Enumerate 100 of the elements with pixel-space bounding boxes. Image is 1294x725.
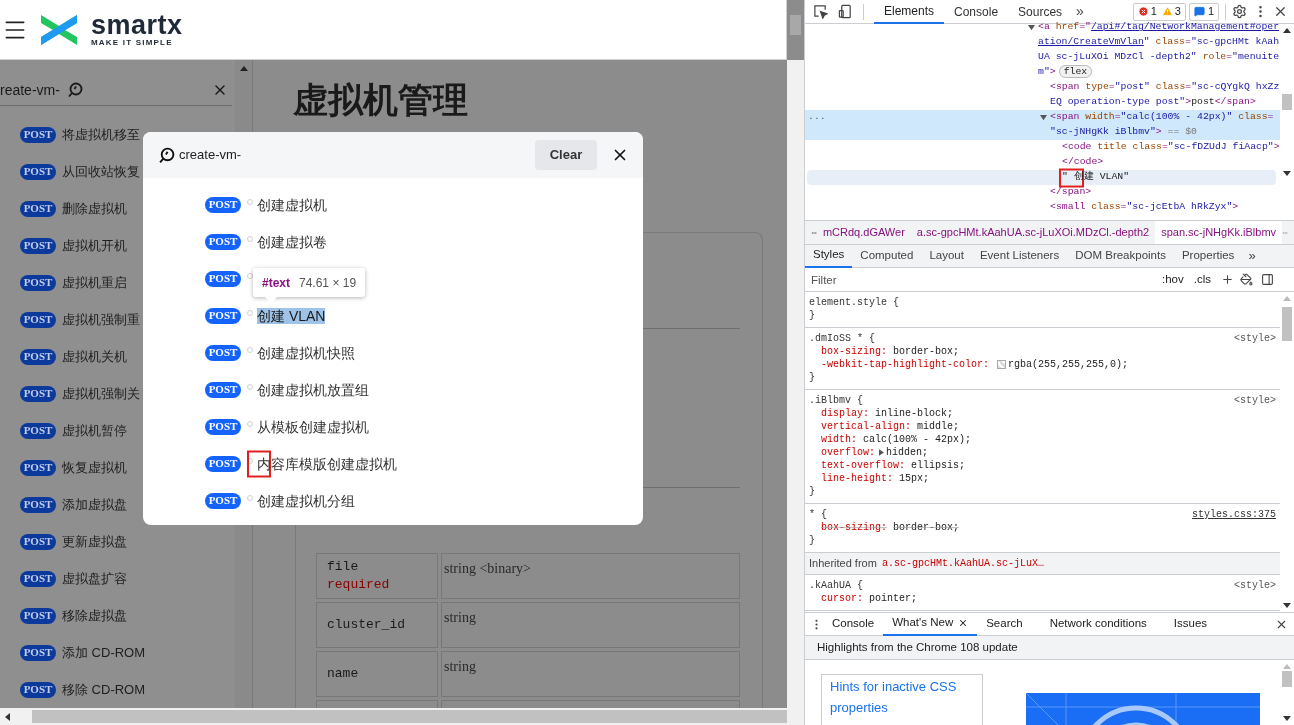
search-result[interactable]: POST 创建虚拟机 xyxy=(205,186,327,223)
scrollbar-thumb[interactable] xyxy=(790,15,801,35)
close-icon[interactable] xyxy=(958,618,969,628)
method-badge: POST xyxy=(205,344,241,361)
issues-counter[interactable]: 1 3 xyxy=(1132,2,1186,21)
scrollbar[interactable] xyxy=(0,708,804,725)
expand-arrow-icon[interactable] xyxy=(1028,24,1035,31)
search-field[interactable]: create-vm- xyxy=(179,145,242,165)
left-arrow-icon[interactable] xyxy=(5,712,10,721)
sidebar-item[interactable]: POST 添加 CD-ROM xyxy=(0,634,235,671)
css-source[interactable]: <style> xyxy=(1234,332,1276,345)
device-icon[interactable] xyxy=(838,4,853,19)
search-result[interactable]: POST 从模板创建虚拟机 xyxy=(205,408,369,445)
expand-arrow-icon[interactable] xyxy=(879,449,884,456)
down-arrow-icon[interactable] xyxy=(1283,716,1291,721)
hov-button[interactable]: :hov xyxy=(1162,270,1184,289)
sidebar-toggle-icon[interactable] xyxy=(1261,273,1274,286)
close-icon[interactable] xyxy=(1273,4,1288,19)
styles-tab[interactable]: Styles xyxy=(805,244,853,268)
color-swatch[interactable] xyxy=(997,360,1007,369)
devtools-tab[interactable]: Elements xyxy=(874,0,945,24)
dom-line[interactable]: <span width="calc(100% - 42px)" class= xyxy=(1050,110,1274,125)
layout-badge[interactable]: flex xyxy=(1058,65,1093,79)
dom-line[interactable]: <small class="sc-jcEtbA hRkZyx"> xyxy=(1050,200,1239,215)
search-icon xyxy=(158,146,175,164)
gutter-ellipsis[interactable]: ... xyxy=(808,110,826,125)
css-declaration[interactable]: text-overflow: ellipsis; xyxy=(821,459,966,472)
css-source[interactable]: styles.css:375 xyxy=(1192,508,1276,521)
paint-icon[interactable] xyxy=(1240,273,1253,286)
drawer-tab[interactable]: Issues xyxy=(1164,612,1217,636)
more-tabs[interactable]: » xyxy=(1076,1,1084,22)
search-result[interactable]: POST 创建虚拟机快照 xyxy=(205,334,355,371)
css-declaration[interactable]: box-sizing: border-box; xyxy=(821,345,960,358)
down-arrow-icon[interactable] xyxy=(1283,171,1291,176)
expand-arrow-icon[interactable] xyxy=(1040,114,1047,121)
devtools-tab[interactable]: Console xyxy=(944,0,1009,24)
feature-card[interactable]: Hints for inactive CSS properties xyxy=(821,674,983,725)
dom-line[interactable]: <span type="post" class="sc-cQYgkQ hxZz xyxy=(1050,80,1280,95)
scrollbar-thumb[interactable] xyxy=(1282,94,1292,110)
sidebar-item[interactable]: POST 虚拟盘扩容 xyxy=(0,560,235,597)
dom-line[interactable]: <a href="/api#/tag/NetworkManagement#oper xyxy=(1038,20,1280,35)
css-declaration[interactable]: overflow: hidden; xyxy=(821,446,929,459)
breadcrumb[interactable]: span.sc-jNHgKk.iBlbmv xyxy=(1155,221,1283,244)
cls-button[interactable]: .cls xyxy=(1193,270,1211,289)
styles-tab[interactable]: Computed xyxy=(852,244,922,268)
drawer-tab[interactable]: Network conditions xyxy=(1031,612,1165,636)
css-source[interactable]: <style> xyxy=(1234,394,1276,407)
dot-icon xyxy=(247,420,253,427)
css-source[interactable]: <style> xyxy=(1234,579,1276,592)
up-arrow-icon[interactable] xyxy=(1283,28,1291,33)
scrollbar-thumb[interactable] xyxy=(1282,307,1292,341)
styles-tab[interactable]: DOM Breakpoints xyxy=(1067,244,1174,268)
dom-line[interactable]: </span> xyxy=(1050,185,1092,200)
search-result[interactable]: POST xyxy=(205,260,253,297)
dom-line[interactable]: </code> xyxy=(1062,155,1104,170)
inherited-element[interactable]: a.sc-gpcHMt.kAahUA.sc-jLuX… xyxy=(881,557,1044,570)
feature-link[interactable]: Hints for inactive CSS properties xyxy=(830,676,974,718)
more-tabs[interactable]: » xyxy=(1248,246,1256,266)
clear-button[interactable]: Clear xyxy=(535,140,597,170)
scrollbar[interactable] xyxy=(787,60,804,708)
dom-line[interactable]: <code title class="sc-fDZUdJ fiAacp"> xyxy=(1062,140,1280,155)
dot-icon xyxy=(247,235,253,242)
css-declaration[interactable]: vertical-align: middle; xyxy=(821,420,960,433)
dom-line[interactable]: ation/CreateVmVlan" class="sc-gpcHMt kAah xyxy=(1038,35,1280,50)
css-declaration[interactable]: display: inline-block; xyxy=(821,407,954,420)
sidebar-item[interactable]: POST 更新虚拟盘 xyxy=(0,523,235,560)
css-declaration[interactable]: line-height: 15px; xyxy=(821,472,930,485)
css-declaration[interactable]: -webkit-tap-highlight-color: rgba(255,255,255,0); xyxy=(821,358,1129,371)
method-badge: POST xyxy=(20,496,56,513)
dot-icon xyxy=(247,457,253,464)
breadcrumb[interactable]: a.sc-gpcHMt.kAahUA.sc-jLuXOi.MDzCl.-depth2 xyxy=(910,221,1156,244)
scrollbar-thumb[interactable] xyxy=(1282,671,1292,687)
dom-line[interactable]: UA sc-jLuXOi MDzCl -depth2" role="menuite xyxy=(1038,50,1280,65)
method-badge: POST xyxy=(205,418,241,435)
css-declaration[interactable]: box-sizing: border-box; xyxy=(821,521,960,534)
dot-icon xyxy=(247,383,253,390)
styles-tab[interactable]: Layout xyxy=(921,244,972,268)
method-badge: POST xyxy=(20,681,56,698)
table-cell: cluster_id xyxy=(316,602,438,648)
dom-line[interactable]: m"> flex xyxy=(1038,65,1093,80)
drawer-tab[interactable]: Console xyxy=(823,612,884,636)
drawer-tab[interactable]: Search xyxy=(977,612,1032,636)
css-declaration[interactable]: width: calc(100% - 42px); xyxy=(821,433,972,446)
search-result[interactable]: POST 创建虚拟卷 xyxy=(205,223,327,260)
settings-icon[interactable] xyxy=(1232,4,1247,19)
styles-tab[interactable]: Event Listeners xyxy=(971,244,1068,268)
breadcrumb[interactable]: mCRdq.dGAWer xyxy=(816,221,911,244)
sidebar-item[interactable]: POST 移除 CD-ROM xyxy=(0,671,235,708)
search-result[interactable]: POST 创建虚拟机分组 xyxy=(205,482,355,519)
dom-line[interactable]: EQ operation-type post">post</span> xyxy=(1050,95,1256,110)
messages-counter[interactable]: 1 xyxy=(1188,2,1219,21)
add-icon[interactable] xyxy=(1221,273,1234,286)
inspect-icon[interactable] xyxy=(813,4,828,19)
method-badge: POST xyxy=(205,270,241,287)
sidebar-item[interactable]: POST 移除虚拟盘 xyxy=(0,597,235,634)
css-declaration[interactable]: cursor: pointer; xyxy=(821,592,918,605)
search-field[interactable]: reate-vm- xyxy=(0,79,60,101)
down-arrow-icon[interactable] xyxy=(1283,603,1291,608)
styles-tab[interactable]: Properties xyxy=(1173,244,1243,268)
search-result[interactable]: POST 创建虚拟机放置组 xyxy=(205,371,369,408)
